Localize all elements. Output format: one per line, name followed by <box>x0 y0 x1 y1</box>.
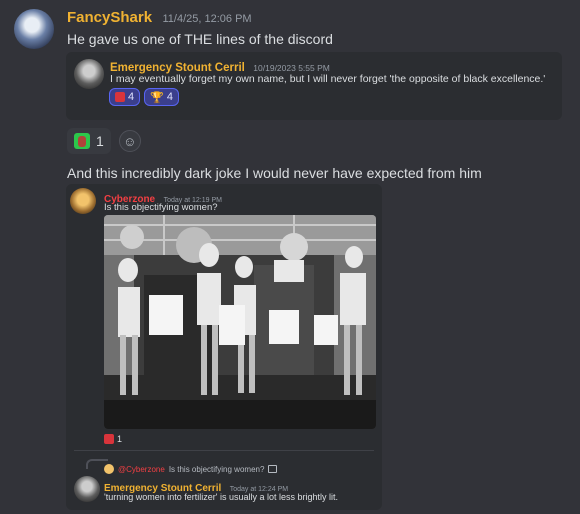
message-text: He gave us one of THE lines of the disco… <box>67 31 333 47</box>
reaction-person[interactable]: 1 <box>67 128 111 154</box>
photo-scene-graphic <box>104 215 376 429</box>
avatar-fancyshark[interactable] <box>14 9 54 49</box>
timestamp: 11/4/25, 12:06 PM <box>162 13 252 25</box>
quote-text: I may eventually forget my own name, but… <box>110 73 546 85</box>
smiley-icon: ☺ <box>123 133 137 149</box>
quoted-message-card: Emergency Stount Cerril 10/19/2023 5:55 … <box>66 52 562 120</box>
trophy-icon: 🏆 <box>150 91 164 104</box>
reaction-chart[interactable]: 4 <box>109 88 141 106</box>
reaction-count: 4 <box>166 91 173 103</box>
quote-timestamp: 10/19/2023 5:55 PM <box>253 63 330 73</box>
avatar-emergency-stount-cerril[interactable] <box>74 59 104 89</box>
reply-text: 'turning women into fertilizer' is usual… <box>104 492 339 502</box>
avatar-cyberzone[interactable] <box>70 188 96 214</box>
image-icon <box>268 465 278 473</box>
reaction-icon[interactable] <box>104 434 114 444</box>
reply-ref-author[interactable]: @Cyberzone <box>118 465 165 474</box>
reply-ref-text[interactable]: Is this objectifying women? <box>169 465 265 474</box>
chart-icon <box>115 92 125 102</box>
avatar-emergency-stount-cerril[interactable] <box>74 476 100 502</box>
embed-text: Is this objectifying women? <box>104 202 218 213</box>
attached-photo[interactable] <box>104 215 376 429</box>
message-text: And this incredibly dark joke I would ne… <box>67 165 482 181</box>
add-reaction-button[interactable]: ☺ <box>118 130 141 152</box>
person-emoji-icon <box>74 133 90 149</box>
reaction-count: 4 <box>128 91 135 103</box>
reaction-count: 1 <box>117 434 123 444</box>
reaction-count: 1 <box>96 133 104 149</box>
reaction-trophy[interactable]: 🏆 4 <box>144 88 179 106</box>
reply-avatar <box>104 464 114 474</box>
forwarded-message-card: Cyberzone Today at 12:19 PM Is this obje… <box>66 184 382 510</box>
author-name[interactable]: FancyShark <box>67 9 152 26</box>
